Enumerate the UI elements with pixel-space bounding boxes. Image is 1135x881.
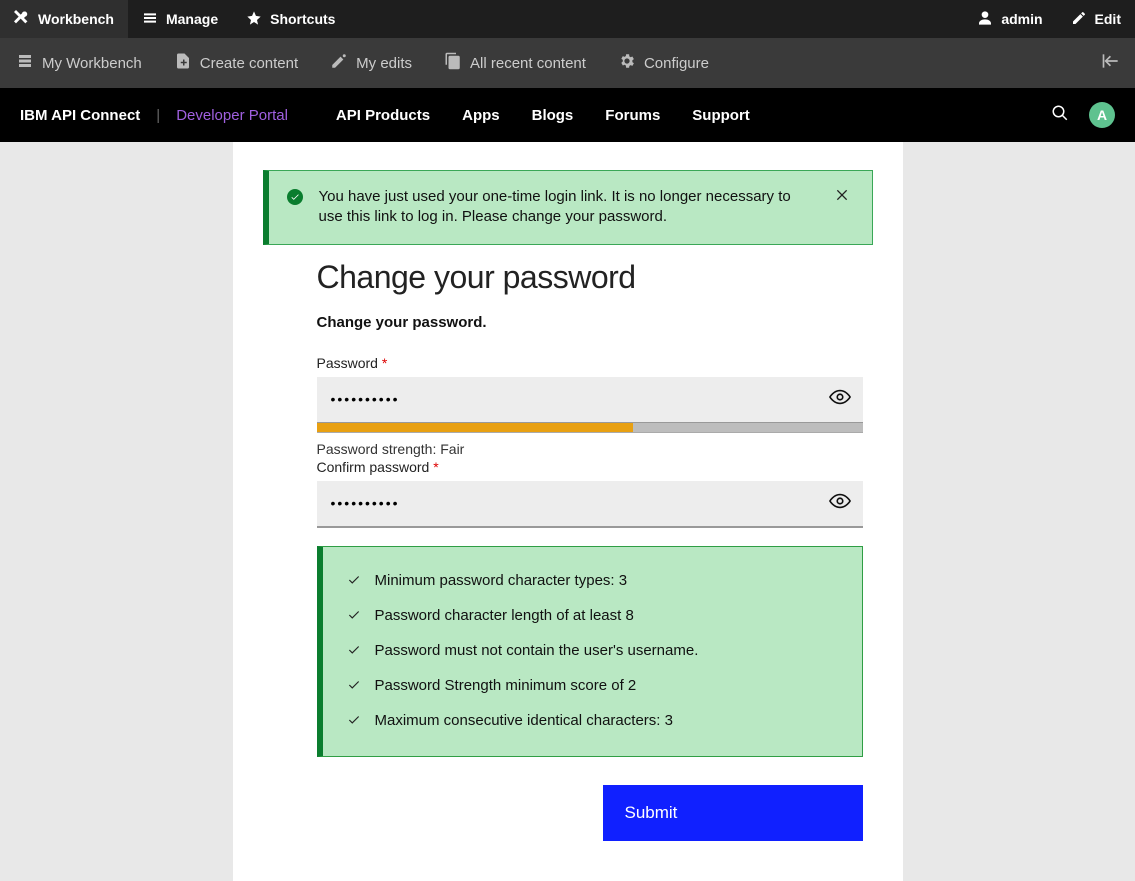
- tb-configure[interactable]: Configure: [602, 38, 725, 88]
- check-icon: [347, 608, 361, 622]
- strength-fill: [317, 423, 634, 432]
- document-plus-icon: [174, 52, 192, 74]
- search-icon[interactable]: [1051, 104, 1069, 126]
- admin-edit[interactable]: Edit: [1057, 0, 1135, 38]
- check-icon: [347, 713, 361, 727]
- alert-message: You have just used your one-time login l…: [319, 187, 814, 228]
- password-strength-text: Password strength: Fair: [317, 441, 863, 457]
- page-title: Change your password: [317, 259, 873, 296]
- tb-my-edits-label: My edits: [356, 55, 412, 72]
- portal-nav: IBM API Connect | Developer Portal API P…: [0, 88, 1135, 142]
- password-input-row: [317, 377, 863, 423]
- user-icon: [977, 10, 993, 29]
- nav-blogs[interactable]: Blogs: [532, 107, 574, 124]
- star-icon: [246, 10, 262, 29]
- tb-my-workbench[interactable]: My Workbench: [0, 38, 158, 88]
- rule-item: Password character length of at least 8: [343, 598, 842, 633]
- close-icon: [834, 187, 850, 207]
- eye-icon: [829, 490, 851, 517]
- rule-item: Password Strength minimum score of 2: [343, 668, 842, 703]
- tools-icon: [14, 10, 30, 29]
- admin-shortcuts-label: Shortcuts: [270, 11, 335, 27]
- admin-user[interactable]: admin: [963, 0, 1056, 38]
- portal-devportal[interactable]: Developer Portal: [176, 107, 288, 124]
- tb-all-recent-label: All recent content: [470, 55, 586, 72]
- check-icon: [347, 643, 361, 657]
- check-icon: [347, 573, 361, 587]
- strength-rest: [633, 423, 862, 432]
- toggle-password-visibility[interactable]: [817, 386, 863, 413]
- tb-all-recent[interactable]: All recent content: [428, 38, 602, 88]
- rule-text: Password Strength minimum score of 2: [375, 677, 637, 694]
- rule-item: Password must not contain the user's use…: [343, 633, 842, 668]
- nav-api-products[interactable]: API Products: [336, 107, 430, 124]
- submit-button[interactable]: Submit: [603, 785, 863, 841]
- nav-support[interactable]: Support: [692, 107, 750, 124]
- avatar-letter: A: [1097, 107, 1107, 123]
- collapse-icon[interactable]: [1101, 51, 1121, 75]
- tb-create-content[interactable]: Create content: [158, 38, 314, 88]
- login-alert: You have just used your one-time login l…: [263, 170, 873, 245]
- tb-my-edits[interactable]: My edits: [314, 38, 428, 88]
- eye-icon: [829, 386, 851, 413]
- page-subtitle: Change your password.: [317, 314, 873, 331]
- toggle-confirm-visibility[interactable]: [817, 490, 863, 517]
- hamburger-icon: [142, 10, 158, 29]
- admin-bar: Workbench Manage Shortcuts admin Edit: [0, 0, 1135, 38]
- rule-item: Minimum password character types: 3: [343, 563, 842, 598]
- workbench-toolbar: My Workbench Create content My edits All…: [0, 38, 1135, 88]
- rule-text: Password must not contain the user's use…: [375, 642, 699, 659]
- password-strength-bar: [317, 423, 863, 433]
- admin-workbench-label: Workbench: [38, 11, 114, 27]
- nav-apps[interactable]: Apps: [462, 107, 500, 124]
- check-icon: [347, 678, 361, 692]
- rule-text: Password character length of at least 8: [375, 607, 634, 624]
- password-input[interactable]: [317, 391, 817, 407]
- main-panel: You have just used your one-time login l…: [233, 142, 903, 881]
- avatar[interactable]: A: [1089, 102, 1115, 128]
- check-circle-icon: [287, 189, 303, 205]
- tb-create-content-label: Create content: [200, 55, 298, 72]
- confirm-password-input-row: [317, 481, 863, 527]
- alert-close-button[interactable]: [830, 187, 854, 208]
- admin-manage-label: Manage: [166, 11, 218, 27]
- documents-icon: [444, 52, 462, 74]
- confirm-password-input[interactable]: [317, 495, 817, 511]
- pencil-dot-icon: [330, 52, 348, 74]
- pencil-icon: [1071, 10, 1087, 29]
- rule-text: Maximum consecutive identical characters…: [375, 712, 673, 729]
- admin-edit-label: Edit: [1095, 11, 1121, 27]
- admin-user-label: admin: [1001, 11, 1042, 27]
- nav-forums[interactable]: Forums: [605, 107, 660, 124]
- rule-text: Minimum password character types: 3: [375, 572, 628, 589]
- admin-manage[interactable]: Manage: [128, 0, 232, 38]
- confirm-password-label: Confirm password *: [317, 459, 863, 475]
- list-icon: [16, 52, 34, 74]
- password-rules: Minimum password character types: 3 Pass…: [317, 546, 863, 757]
- rule-item: Maximum consecutive identical characters…: [343, 703, 842, 738]
- admin-shortcuts[interactable]: Shortcuts: [232, 0, 349, 38]
- nav-separator: |: [156, 107, 160, 124]
- tb-configure-label: Configure: [644, 55, 709, 72]
- gear-icon: [618, 52, 636, 74]
- password-label: Password *: [317, 355, 863, 371]
- admin-workbench[interactable]: Workbench: [0, 0, 128, 38]
- portal-brand[interactable]: IBM API Connect: [20, 107, 140, 124]
- tb-my-workbench-label: My Workbench: [42, 55, 142, 72]
